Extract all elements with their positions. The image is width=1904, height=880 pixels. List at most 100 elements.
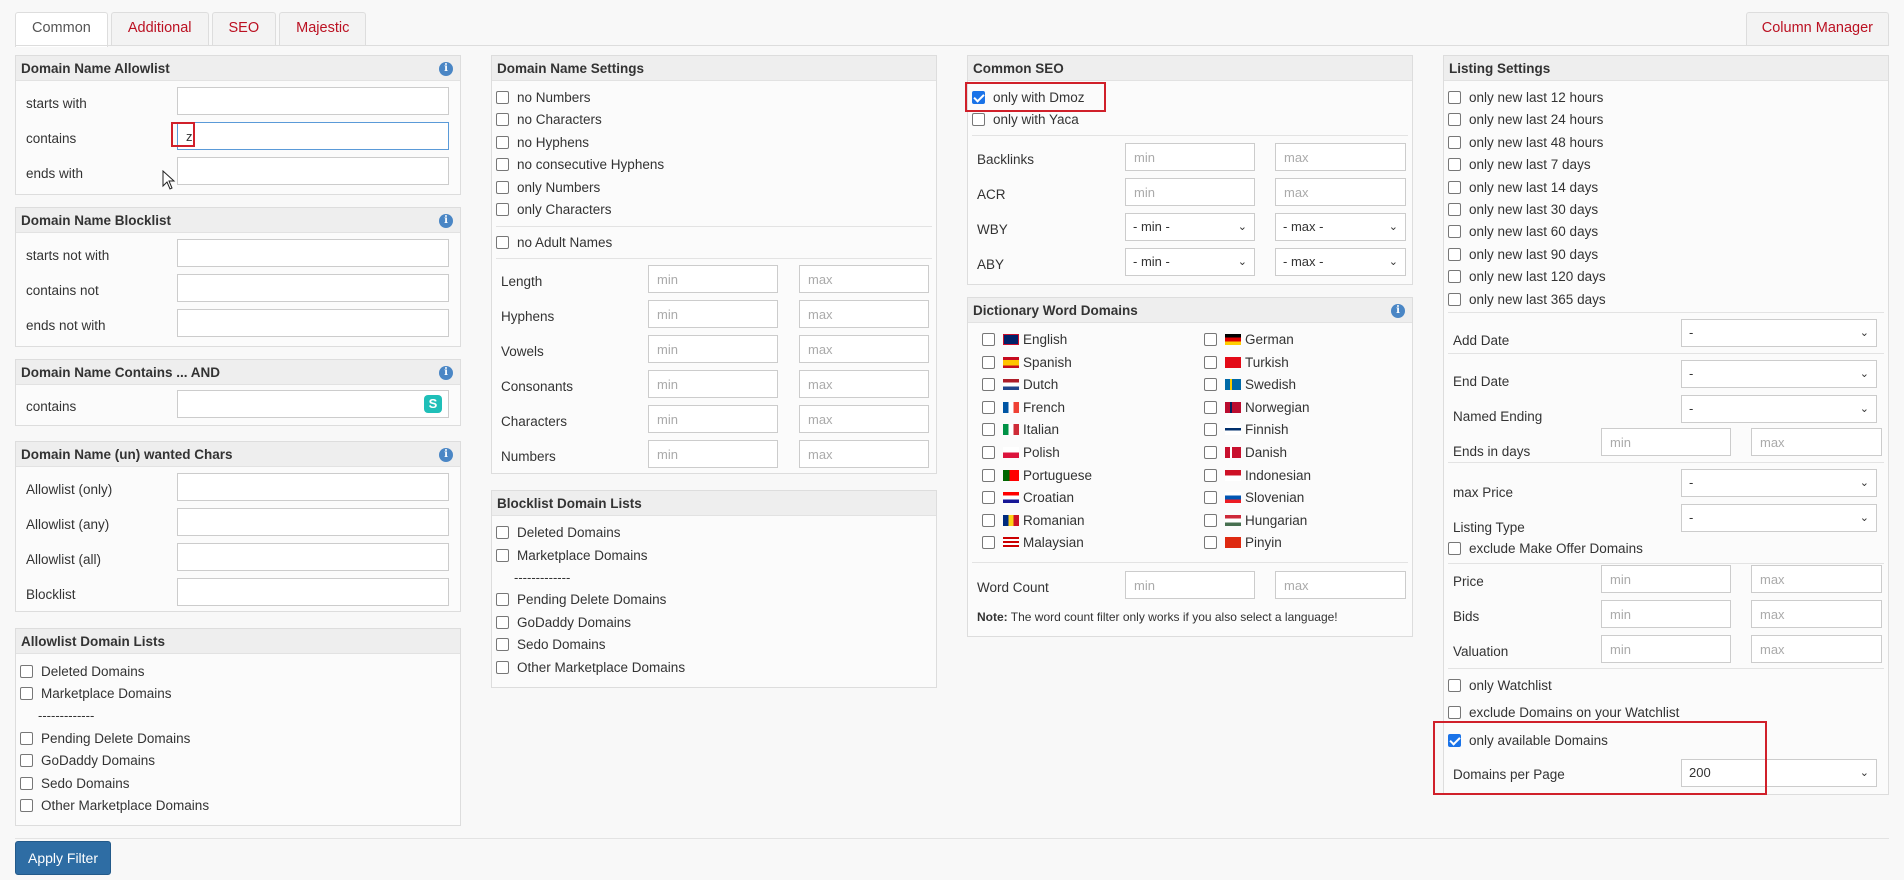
- valuation-min-input[interactable]: [1601, 635, 1731, 663]
- language-romanian-checkbox[interactable]: Romanian: [982, 513, 1085, 528]
- allowlist-all-input[interactable]: [177, 543, 449, 571]
- period-checkbox[interactable]: only new last 7 days: [1448, 157, 1591, 172]
- language-malaysian-checkbox[interactable]: Malaysian: [982, 535, 1084, 550]
- language-spanish-checkbox[interactable]: Spanish: [982, 355, 1072, 370]
- valuation-max-input[interactable]: [1751, 635, 1882, 663]
- tab-majestic[interactable]: Majestic: [279, 12, 367, 45]
- end-date-select[interactable]: - ⌄: [1681, 360, 1877, 388]
- period-checkbox[interactable]: only new last 14 days: [1448, 180, 1598, 195]
- aby-max-select[interactable]: - max - ⌄: [1275, 248, 1406, 276]
- hyphens-max-input[interactable]: [799, 300, 929, 328]
- period-checkbox[interactable]: only new last 90 days: [1448, 247, 1598, 262]
- bids-min-input[interactable]: [1601, 600, 1731, 628]
- language-polish-checkbox[interactable]: Polish: [982, 445, 1060, 460]
- starts-with-input[interactable]: [177, 87, 449, 115]
- language-slovenian-checkbox[interactable]: Slovenian: [1204, 490, 1304, 505]
- info-icon[interactable]: i: [439, 448, 453, 462]
- no-characters-checkbox[interactable]: no Characters: [496, 112, 602, 127]
- hyphens-min-input[interactable]: [648, 300, 778, 328]
- bids-max-input[interactable]: [1751, 600, 1882, 628]
- only-characters-checkbox[interactable]: only Characters: [496, 202, 612, 217]
- language-finnish-checkbox[interactable]: Finnish: [1204, 422, 1289, 437]
- price-min-input[interactable]: [1601, 565, 1731, 593]
- period-checkbox[interactable]: only new last 60 days: [1448, 224, 1598, 239]
- starts-not-with-input[interactable]: [177, 239, 449, 267]
- numbers-min-input[interactable]: [648, 440, 778, 468]
- ends-not-with-input[interactable]: [177, 309, 449, 337]
- vowels-min-input[interactable]: [648, 335, 778, 363]
- apply-filter-button[interactable]: Apply Filter: [15, 841, 111, 875]
- consonants-max-input[interactable]: [799, 370, 929, 398]
- numbers-max-input[interactable]: [799, 440, 929, 468]
- contains-not-input[interactable]: [177, 274, 449, 302]
- info-icon[interactable]: i: [439, 62, 453, 76]
- allow-marketplace-checkbox[interactable]: Marketplace Domains: [20, 686, 172, 701]
- info-icon[interactable]: i: [439, 366, 453, 380]
- ends-in-days-min-input[interactable]: [1601, 428, 1731, 456]
- wby-max-select[interactable]: - max - ⌄: [1275, 213, 1406, 241]
- allow-sedo-checkbox[interactable]: Sedo Domains: [20, 776, 130, 791]
- only-yaca-checkbox[interactable]: only with Yaca: [972, 112, 1079, 127]
- tab-seo[interactable]: SEO: [211, 12, 277, 45]
- word-count-max-input[interactable]: [1275, 571, 1406, 599]
- consonants-min-input[interactable]: [648, 370, 778, 398]
- no-adult-names-checkbox[interactable]: no Adult Names: [496, 235, 612, 250]
- allow-deleted-checkbox[interactable]: Deleted Domains: [20, 664, 145, 679]
- language-french-checkbox[interactable]: French: [982, 400, 1065, 415]
- acr-min-input[interactable]: [1125, 178, 1255, 206]
- tab-common[interactable]: Common: [15, 12, 108, 47]
- block-marketplace-checkbox[interactable]: Marketplace Domains: [496, 548, 648, 563]
- column-manager-button[interactable]: Column Manager: [1745, 12, 1889, 45]
- block-other-marketplace-checkbox[interactable]: Other Marketplace Domains: [496, 660, 685, 675]
- wby-min-select[interactable]: - min - ⌄: [1125, 213, 1255, 241]
- allowlist-only-input[interactable]: [177, 473, 449, 501]
- info-icon[interactable]: i: [1391, 304, 1405, 318]
- info-icon[interactable]: i: [439, 214, 453, 228]
- exclude-make-offer-checkbox[interactable]: exclude Make Offer Domains: [1448, 541, 1643, 556]
- characters-min-input[interactable]: [648, 405, 778, 433]
- period-checkbox[interactable]: only new last 24 hours: [1448, 112, 1603, 127]
- max-price-select[interactable]: - ⌄: [1681, 469, 1877, 497]
- language-croatian-checkbox[interactable]: Croatian: [982, 490, 1074, 505]
- word-count-min-input[interactable]: [1125, 571, 1255, 599]
- language-pinyin-checkbox[interactable]: Pinyin: [1204, 535, 1282, 550]
- language-turkish-checkbox[interactable]: Turkish: [1204, 355, 1289, 370]
- contains-input[interactable]: [177, 122, 449, 150]
- block-pending-delete-checkbox[interactable]: Pending Delete Domains: [496, 592, 666, 607]
- language-german-checkbox[interactable]: German: [1204, 332, 1294, 347]
- no-numbers-checkbox[interactable]: no Numbers: [496, 90, 591, 105]
- add-date-select[interactable]: - ⌄: [1681, 319, 1877, 347]
- tab-additional[interactable]: Additional: [110, 12, 209, 45]
- language-english-checkbox[interactable]: English: [982, 332, 1067, 347]
- language-dutch-checkbox[interactable]: Dutch: [982, 377, 1058, 392]
- characters-max-input[interactable]: [799, 405, 929, 433]
- allow-godaddy-checkbox[interactable]: GoDaddy Domains: [20, 753, 155, 768]
- language-indonesian-checkbox[interactable]: Indonesian: [1204, 468, 1311, 483]
- only-numbers-checkbox[interactable]: only Numbers: [496, 180, 600, 195]
- named-ending-select[interactable]: - ⌄: [1681, 395, 1877, 423]
- block-godaddy-checkbox[interactable]: GoDaddy Domains: [496, 615, 631, 630]
- vowels-max-input[interactable]: [799, 335, 929, 363]
- chars-blocklist-input[interactable]: [177, 578, 449, 606]
- block-sedo-checkbox[interactable]: Sedo Domains: [496, 637, 606, 652]
- period-checkbox[interactable]: only new last 30 days: [1448, 202, 1598, 217]
- length-max-input[interactable]: [799, 265, 929, 293]
- backlinks-max-input[interactable]: [1275, 143, 1406, 171]
- length-min-input[interactable]: [648, 265, 778, 293]
- no-hyphens-checkbox[interactable]: no Hyphens: [496, 135, 589, 150]
- period-checkbox[interactable]: only new last 120 days: [1448, 269, 1606, 284]
- acr-max-input[interactable]: [1275, 178, 1406, 206]
- language-portuguese-checkbox[interactable]: Portuguese: [982, 468, 1092, 483]
- language-danish-checkbox[interactable]: Danish: [1204, 445, 1287, 460]
- period-checkbox[interactable]: only new last 12 hours: [1448, 90, 1603, 105]
- language-norwegian-checkbox[interactable]: Norwegian: [1204, 400, 1310, 415]
- allow-pending-delete-checkbox[interactable]: Pending Delete Domains: [20, 731, 190, 746]
- ends-in-days-max-input[interactable]: [1751, 428, 1882, 456]
- listing-type-select[interactable]: - ⌄: [1681, 504, 1877, 532]
- language-swedish-checkbox[interactable]: Swedish: [1204, 377, 1296, 392]
- exclude-watchlist-checkbox[interactable]: exclude Domains on your Watchlist: [1448, 705, 1679, 720]
- allowlist-any-input[interactable]: [177, 508, 449, 536]
- period-checkbox[interactable]: only new last 365 days: [1448, 292, 1606, 307]
- only-watchlist-checkbox[interactable]: only Watchlist: [1448, 678, 1552, 693]
- language-italian-checkbox[interactable]: Italian: [982, 422, 1059, 437]
